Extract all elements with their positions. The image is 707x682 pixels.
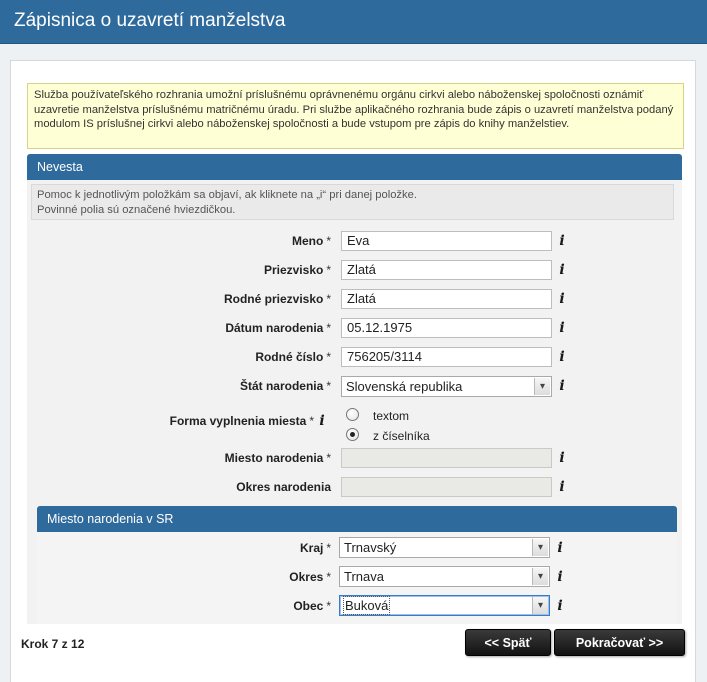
obec-select[interactable]: Buková ▾	[339, 595, 550, 616]
rodne-priezvisko-input[interactable]: Zlatá	[341, 289, 552, 309]
stat-narodenia-info-icon[interactable]: i	[557, 379, 567, 393]
chevron-down-icon[interactable]: ▾	[532, 539, 548, 556]
radio-z-ciselnika[interactable]	[346, 428, 359, 441]
okres-value: Trnava	[344, 569, 384, 584]
datum-narodenia-input[interactable]: 05.12.1975	[341, 318, 552, 338]
datum-narodenia-info-icon[interactable]: i	[557, 321, 567, 335]
okres-label: Okres *	[289, 570, 331, 584]
kraj-info-icon[interactable]: i	[555, 541, 565, 555]
next-button[interactable]: Pokračovať >>	[554, 629, 685, 656]
page-title: Zápisnica o uzavretí manželstva	[14, 10, 286, 31]
okres-info-icon[interactable]: i	[555, 570, 565, 584]
miesto-narodenia-label: Miesto narodenia *	[224, 451, 331, 465]
subsection-header: Miesto narodenia v SR	[37, 506, 677, 532]
info-notice: Služba používateľského rozhrania umožní …	[27, 83, 684, 149]
step-indicator: Krok 7 z 12	[21, 637, 85, 651]
forma-label: Forma vyplnenia miesta *	[169, 414, 314, 428]
help-line-1: Pomoc k jednotlivým položkám sa objaví, …	[37, 189, 417, 201]
rodne-cislo-info-icon[interactable]: i	[557, 350, 567, 364]
obec-value: Buková	[342, 596, 391, 615]
title-bar: Zápisnica o uzavretí manželstva	[0, 0, 707, 44]
obec-label: Obec *	[293, 599, 331, 613]
help-box: Pomoc k jednotlivým položkám sa objaví, …	[31, 184, 674, 220]
stat-narodenia-label: Štát narodenia *	[239, 379, 331, 393]
okres-select[interactable]: Trnava ▾	[339, 566, 550, 587]
kraj-value: Trnavský	[344, 540, 397, 555]
chevron-down-icon[interactable]: ▾	[534, 378, 550, 395]
back-button[interactable]: << Späť	[465, 629, 551, 656]
rodne-priezvisko-label: Rodné priezvisko *	[223, 292, 331, 306]
okres-narodenia-label: Okres narodenia	[236, 480, 331, 494]
miesto-narodenia-info-icon[interactable]: i	[557, 451, 567, 465]
meno-label: Meno *	[291, 234, 331, 248]
section-header-nevesta: Nevesta	[27, 154, 682, 180]
meno-info-icon[interactable]: i	[557, 234, 567, 248]
priezvisko-info-icon[interactable]: i	[557, 263, 567, 277]
chevron-down-icon[interactable]: ▾	[532, 597, 548, 614]
priezvisko-input[interactable]: Zlatá	[341, 260, 552, 280]
radio-textom[interactable]	[346, 408, 359, 421]
kraj-select[interactable]: Trnavský ▾	[339, 537, 550, 558]
radio-z-ciselnika-label: z číselníka	[373, 429, 430, 443]
okres-narodenia-input[interactable]	[341, 477, 552, 497]
stat-narodenia-value: Slovenská republika	[346, 379, 463, 394]
chevron-down-icon[interactable]: ▾	[532, 568, 548, 585]
help-line-2: Povinné polia sú označené hviezdičkou.	[37, 204, 236, 216]
radio-textom-label: textom	[373, 409, 410, 423]
okres-narodenia-info-icon[interactable]: i	[557, 480, 567, 494]
miesto-narodenia-input[interactable]	[341, 448, 552, 468]
section-title: Nevesta	[37, 160, 83, 174]
kraj-label: Kraj *	[299, 541, 331, 555]
meno-input[interactable]: Eva	[341, 231, 552, 251]
stat-narodenia-select[interactable]: Slovenská republika ▾	[341, 376, 552, 397]
datum-narodenia-label: Dátum narodenia *	[225, 321, 331, 335]
subsection-title: Miesto narodenia v SR	[47, 512, 174, 526]
rodne-cislo-label: Rodné číslo *	[255, 350, 331, 364]
forma-info-icon[interactable]: i	[317, 414, 327, 428]
rodne-priezvisko-info-icon[interactable]: i	[557, 292, 567, 306]
priezvisko-label: Priezvisko *	[263, 263, 331, 277]
rodne-cislo-input[interactable]: 756205/3114	[341, 347, 552, 367]
obec-info-icon[interactable]: i	[555, 599, 565, 613]
